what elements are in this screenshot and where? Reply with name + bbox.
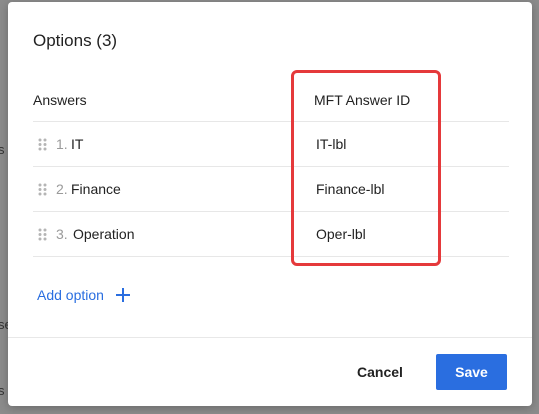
footer-divider: [8, 337, 532, 338]
save-button[interactable]: Save: [436, 354, 507, 390]
cancel-button[interactable]: Cancel: [341, 355, 419, 389]
option-number: 3.: [56, 226, 68, 242]
add-option-button[interactable]: Add option: [37, 287, 130, 303]
option-answer[interactable]: Finance: [71, 181, 121, 197]
option-answer[interactable]: IT: [71, 136, 83, 152]
drag-handle-icon[interactable]: [38, 138, 47, 151]
background-text-fragment: s: [0, 142, 5, 157]
background-text-fragment: s: [0, 383, 5, 398]
options-dialog: Options (3) Answers MFT Answer ID 1. IT …: [8, 2, 532, 406]
dialog-title: Options (3): [33, 31, 118, 50]
option-number: 2.: [56, 181, 68, 197]
plus-icon: [115, 288, 130, 302]
mft-answer-id-highlight-box: [291, 70, 441, 266]
drag-handle-icon[interactable]: [38, 228, 47, 241]
drag-handle-icon[interactable]: [38, 183, 47, 196]
column-header-answers: Answers: [33, 92, 87, 108]
option-number: 1.: [56, 136, 68, 152]
option-answer[interactable]: Operation: [73, 226, 134, 242]
add-option-label: Add option: [37, 287, 104, 303]
